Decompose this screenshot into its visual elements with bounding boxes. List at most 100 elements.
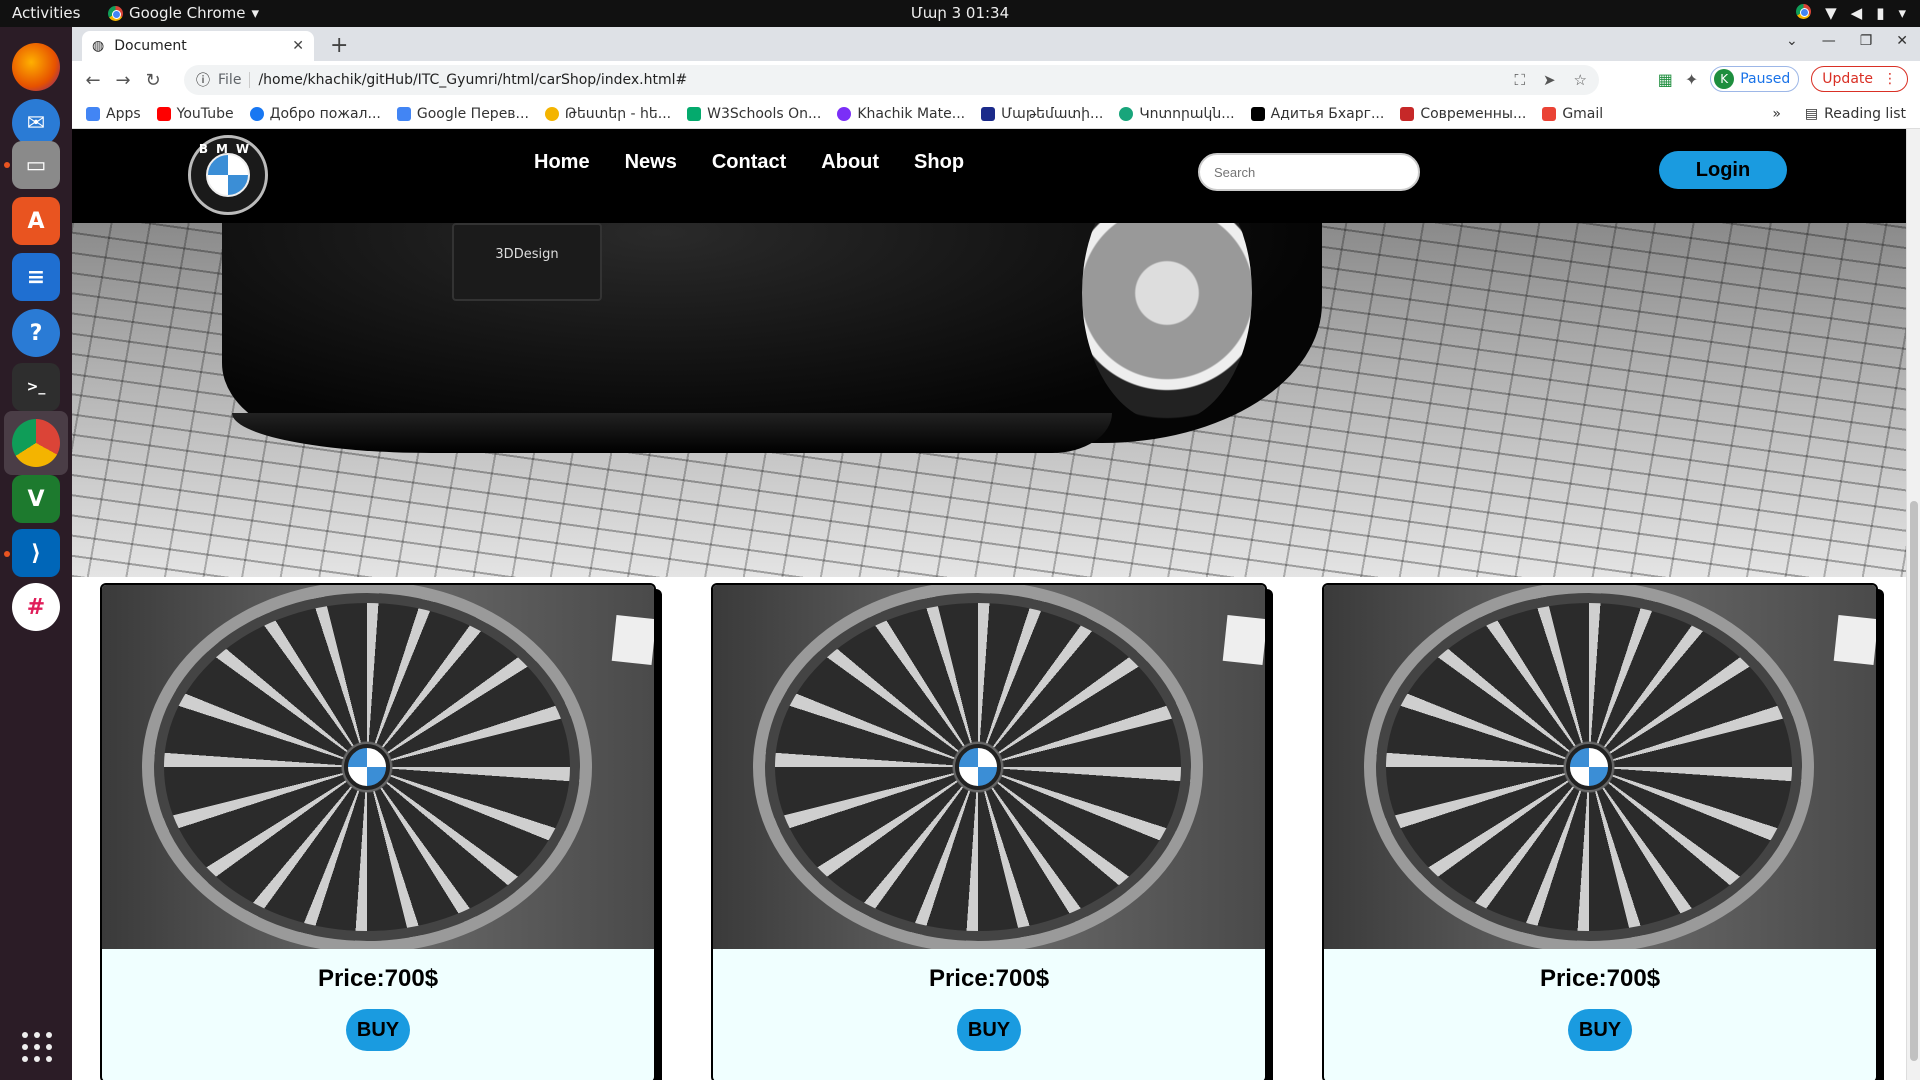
restore-icon[interactable]: ❐ [1860, 33, 1873, 49]
bookmark-item[interactable]: Khachik Mate... [837, 106, 965, 122]
show-applications-icon[interactable] [22, 1032, 52, 1062]
bookmark-item[interactable]: Добро пожал... [249, 106, 381, 122]
bmw-roundel-icon [206, 153, 250, 197]
update-button[interactable]: Update ⋮ [1811, 66, 1908, 92]
bookmark-item[interactable]: Современны... [1400, 106, 1526, 122]
avatar: K [1714, 69, 1735, 89]
nav-contact[interactable]: Contact [712, 151, 786, 174]
info-icon[interactable]: ⓘ [196, 70, 210, 90]
firefox-icon[interactable] [12, 43, 60, 91]
scrollbar-thumb[interactable] [1910, 501, 1918, 1061]
running-indicator [4, 551, 10, 557]
bookmark-item[interactable]: YouTube [156, 106, 234, 122]
buy-button[interactable]: BUY [957, 1009, 1021, 1051]
files-icon[interactable]: ▭ [12, 141, 60, 189]
app-menu[interactable]: Google Chrome ▾ [108, 4, 259, 22]
nav-shop[interactable]: Shop [914, 151, 964, 174]
clock[interactable]: Մար 3 01:34 [0, 4, 1920, 22]
chrome-dock-icon[interactable] [12, 419, 60, 467]
translate-icon [396, 106, 411, 121]
bookmark-item[interactable]: Մաթեմատի... [981, 106, 1103, 122]
tab-strip: ◍ Document ✕ + ⌄ — ❐ ✕ [72, 27, 1920, 61]
vscode-icon[interactable]: ⟩ [12, 529, 60, 577]
site-header: BMW Home News Contact About Shop Login [72, 129, 1906, 223]
sheets-extension-icon[interactable]: ▦ [1658, 70, 1673, 89]
address-bar[interactable]: ⓘ File /home/khachik/gitHub/ITC_Gyumri/h… [184, 65, 1599, 95]
tab-title: Document [114, 38, 187, 54]
buy-button[interactable]: BUY [1568, 1009, 1632, 1051]
product-card: Price:700$ BUY [1322, 583, 1878, 1080]
back-arrow-icon[interactable]: ← [78, 70, 108, 91]
reading-list-label: Reading list [1824, 106, 1906, 122]
bookmark-star-icon[interactable]: ☆ [1574, 71, 1587, 89]
browser-toolbar: ← → ↻ ⓘ File /home/khachik/gitHub/ITC_Gy… [72, 61, 1920, 99]
product-image[interactable] [102, 585, 654, 949]
a-letter-icon [1250, 106, 1265, 121]
bookmark-item[interactable]: Apps [86, 106, 141, 122]
software-center-icon[interactable]: A [12, 197, 60, 245]
product-image[interactable] [1324, 585, 1876, 949]
minimize-icon[interactable]: — [1822, 33, 1836, 49]
bookmark-item[interactable]: Gmail [1542, 106, 1603, 122]
apps-grid-icon [86, 106, 100, 121]
youtube-icon [156, 106, 171, 121]
bookmark-item[interactable]: Google Перев... [396, 106, 529, 122]
battery-icon[interactable]: ▮ [1876, 4, 1884, 22]
volume-icon[interactable]: ◀ [1851, 4, 1863, 22]
terminal-icon[interactable]: >_ [12, 363, 60, 411]
bookmark-item[interactable]: Կոտորակն... [1119, 106, 1235, 122]
help-icon[interactable]: ? [12, 309, 60, 357]
system-tray[interactable]: ▼ ◀ ▮ ▾ [1796, 4, 1906, 22]
url-text[interactable]: /home/khachik/gitHub/ITC_Gyumri/html/car… [258, 72, 687, 88]
translate-icon[interactable]: ⛶ [1514, 71, 1525, 89]
close-window-icon[interactable]: ✕ [1896, 33, 1908, 49]
product-image[interactable] [713, 585, 1265, 949]
reading-list-icon: ▤ [1804, 106, 1819, 122]
forward-arrow-icon[interactable]: → [108, 70, 138, 91]
globe-icon: ◍ [92, 38, 105, 54]
nav-news[interactable]: News [625, 151, 677, 174]
tab-search-icon[interactable]: ⌄ [1786, 33, 1798, 49]
license-plate: 3DDesign [452, 223, 602, 301]
rim-tag [1833, 615, 1876, 665]
slack-icon[interactable]: # [12, 583, 60, 631]
bookmark-item[interactable]: Адитья Бхарг... [1250, 106, 1384, 122]
buy-button[interactable]: BUY [346, 1009, 410, 1051]
search-input[interactable] [1198, 153, 1420, 191]
reading-list-button[interactable]: » ▤ Reading list [1772, 106, 1906, 122]
math-site-icon [981, 106, 996, 121]
running-indicator [4, 162, 10, 168]
power-menu-icon[interactable]: ▾ [1898, 4, 1906, 22]
activities-button[interactable]: Activities [12, 4, 80, 22]
more-bookmarks-icon[interactable]: » [1772, 106, 1781, 122]
profile-button[interactable]: K Paused [1710, 66, 1800, 92]
close-tab-icon[interactable]: ✕ [292, 38, 304, 54]
chrome-indicator-icon[interactable] [1796, 4, 1812, 19]
bookmark-item[interactable]: Թեստեր - հե... [544, 106, 671, 122]
reload-icon[interactable]: ↻ [138, 70, 168, 91]
facebook-icon [249, 106, 264, 121]
thunderbird-icon[interactable]: ✉ [12, 99, 60, 147]
nav-home[interactable]: Home [534, 151, 590, 174]
w3schools-icon [687, 106, 702, 121]
logo-letters: BMW [198, 142, 258, 156]
nav-about[interactable]: About [821, 151, 879, 174]
send-icon[interactable]: ➤ [1543, 71, 1556, 89]
rim-tag [1222, 615, 1265, 665]
bmw-logo[interactable]: BMW [188, 135, 268, 215]
extensions-puzzle-icon[interactable]: ✦ [1685, 70, 1698, 89]
page-scrollbar[interactable] [1906, 129, 1920, 1080]
login-button[interactable]: Login [1659, 151, 1787, 189]
bookmark-item[interactable]: W3Schools On... [687, 106, 821, 122]
vim-icon[interactable]: V [12, 475, 60, 523]
window-controls: ⌄ — ❐ ✕ [1786, 33, 1908, 49]
profile-status: Paused [1740, 71, 1791, 87]
tab-document[interactable]: ◍ Document ✕ [82, 31, 314, 61]
wifi-icon[interactable]: ▼ [1825, 4, 1837, 22]
writer-icon[interactable]: ≡ [12, 253, 60, 301]
product-price: Price:700$ [317, 965, 439, 992]
app-name: Google Chrome [129, 4, 246, 22]
dock: ✉ ▭ A ≡ ? >_ V ⟩ # [0, 27, 72, 1080]
wheel-rim [753, 585, 1203, 949]
new-tab-icon[interactable]: + [330, 33, 348, 58]
